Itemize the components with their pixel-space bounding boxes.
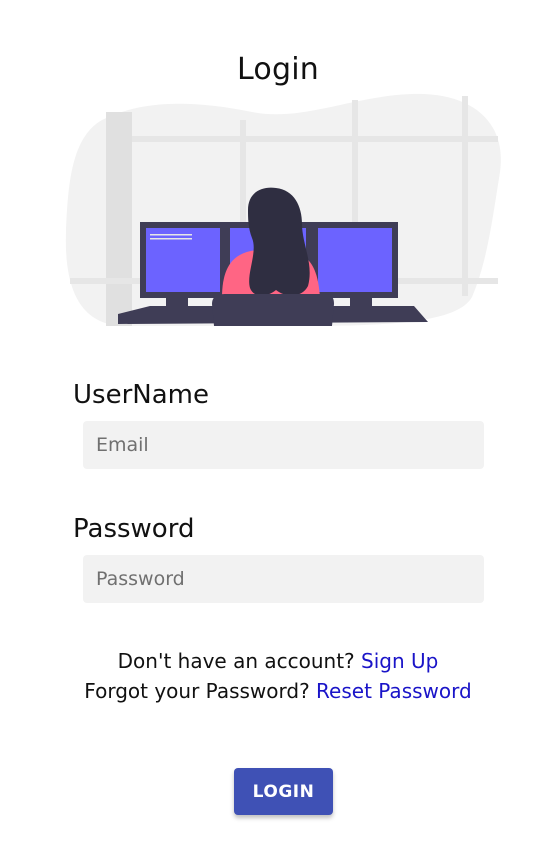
password-field[interactable] [83, 555, 484, 603]
monitor-left-screen [146, 228, 220, 292]
password-label: Password [73, 514, 195, 544]
reset-password-link[interactable]: Reset Password [316, 679, 472, 703]
reset-prompt: Forgot your Password? [84, 679, 310, 703]
monitor-left-line-1 [150, 234, 192, 236]
person-at-computer-illustration [62, 92, 504, 328]
window-bar-h1 [132, 136, 498, 142]
monitor-right-screen [318, 228, 392, 292]
login-button[interactable]: LOGIN [234, 768, 333, 815]
username-label: UserName [73, 380, 209, 410]
signup-link[interactable]: Sign Up [361, 649, 438, 673]
signup-prompt: Don't have an account? [117, 649, 355, 673]
chair [212, 294, 334, 326]
page-title: Login [237, 52, 319, 87]
signup-row: Don't have an account? Sign Up [0, 646, 556, 676]
reset-row: Forgot your Password? Reset Password [0, 676, 556, 706]
window-pillar-left [106, 112, 132, 326]
monitor-left-line-2 [150, 238, 192, 240]
account-links: Don't have an account? Sign Up Forgot yo… [0, 646, 556, 706]
window-bar-v3 [462, 96, 468, 296]
email-field[interactable] [83, 421, 484, 469]
